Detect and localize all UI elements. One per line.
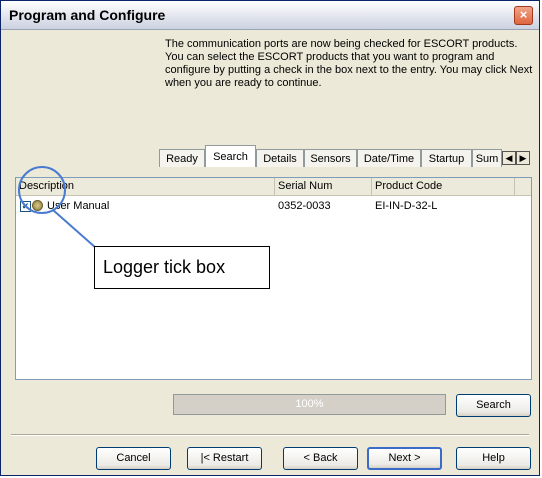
back-button[interactable]: < Back: [283, 447, 358, 470]
cancel-button[interactable]: Cancel: [96, 447, 171, 470]
divider: [11, 434, 529, 436]
program-configure-window: Program and Configure × The communicatio…: [0, 0, 540, 476]
search-button[interactable]: Search: [456, 394, 531, 417]
help-button[interactable]: Help: [456, 447, 531, 470]
next-button[interactable]: Next >: [367, 447, 442, 470]
annotation-label: Logger tick box: [94, 246, 270, 289]
restart-button[interactable]: |< Restart: [187, 447, 262, 470]
search-progress-bar: 100%: [173, 394, 446, 415]
annotation-circle: [18, 166, 66, 214]
